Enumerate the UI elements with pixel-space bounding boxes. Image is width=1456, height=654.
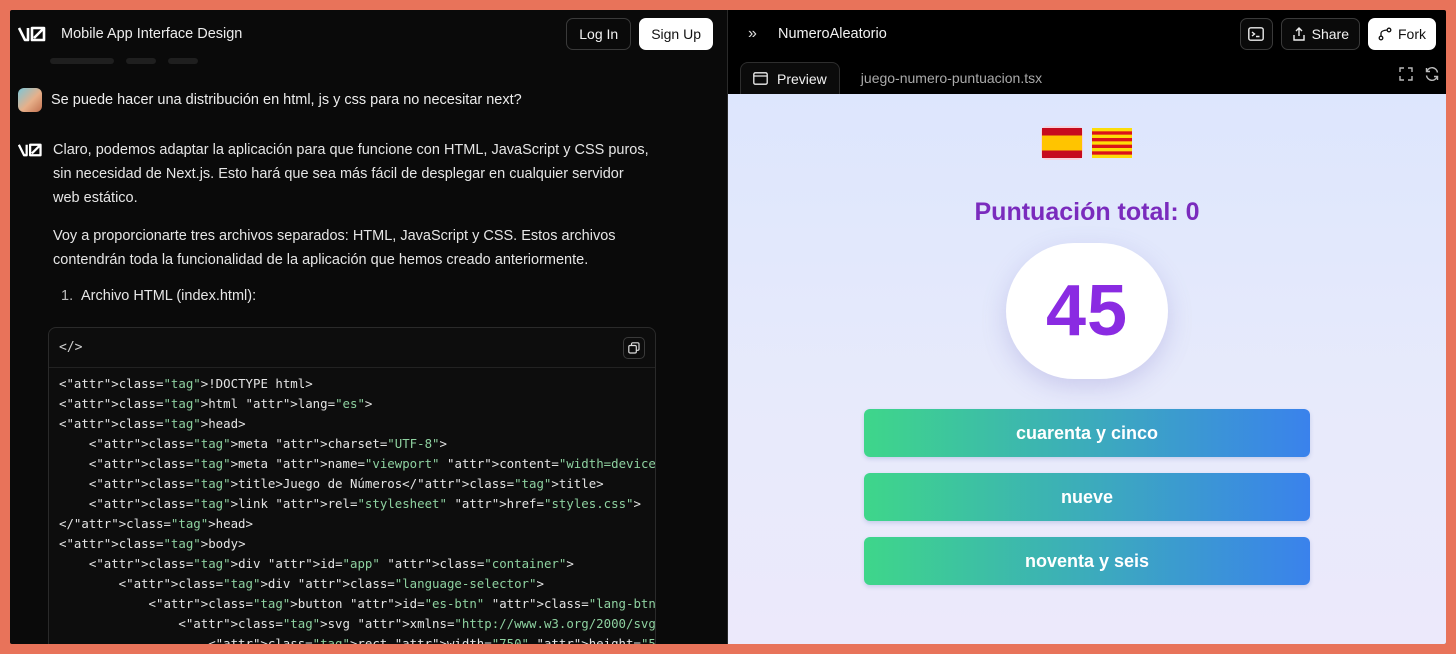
copy-button[interactable] xyxy=(623,336,645,359)
code-line: <"attr">class="tag">head> xyxy=(59,416,246,431)
code-line: <"attr">class="tag">button "attr">id="es… xyxy=(59,596,656,611)
language-selector xyxy=(1041,126,1133,160)
user-message-text: Se puede hacer una distribución en html,… xyxy=(51,92,522,108)
app-frame: Mobile App Interface Design Log In Sign … xyxy=(10,10,1446,644)
signup-button[interactable]: Sign Up xyxy=(639,18,713,50)
preview-tabs: Preview juego-numero-puntuacion.tsx xyxy=(728,58,1446,94)
assistant-paragraph-2: Voy a proporcionarte tres archivos separ… xyxy=(53,228,616,268)
preview-title: NumeroAleatorio xyxy=(778,26,887,42)
answer-button-1[interactable]: cuarenta y cinco xyxy=(864,409,1310,457)
code-line: <"attr">class="tag">html "attr">lang="es… xyxy=(59,396,373,411)
answer-button-3[interactable]: noventa y seis xyxy=(864,537,1310,585)
spain-flag-icon xyxy=(1042,128,1082,158)
answer-options: cuarenta y cinco nueve noventa y seis xyxy=(864,409,1310,585)
tab-file[interactable]: juego-numero-puntuacion.tsx xyxy=(861,62,1042,94)
preview-tools xyxy=(1398,66,1440,82)
project-title: Mobile App Interface Design xyxy=(61,26,243,42)
code-line: <"attr">class="tag">body> xyxy=(59,536,246,551)
share-button[interactable]: Share xyxy=(1280,18,1360,50)
list-item: 1. Archivo HTML (index.html): xyxy=(53,284,653,308)
spanish-flag-button[interactable] xyxy=(1041,126,1083,160)
code-line: <"attr">class="tag">!DOCTYPE html> xyxy=(59,376,313,391)
share-label: Share xyxy=(1311,26,1349,42)
code-line: <"attr">class="tag">meta "attr">name="vi… xyxy=(59,456,656,471)
assistant-avatar-icon xyxy=(18,138,44,160)
user-avatar xyxy=(18,88,42,112)
preview-actions: Share Fork xyxy=(1239,18,1436,50)
preview-header: » NumeroAleatorio Share Fork xyxy=(728,10,1446,58)
v0-logo[interactable] xyxy=(18,24,52,44)
code-content: <"attr">class="tag">!DOCTYPE html> <"attr… xyxy=(49,368,655,644)
tab-preview[interactable]: Preview xyxy=(740,62,840,94)
answer-button-2[interactable]: nueve xyxy=(864,473,1310,521)
fork-label: Fork xyxy=(1398,26,1426,42)
code-line: <"attr">class="tag">link "attr">rel="sty… xyxy=(59,496,641,511)
catalan-flag-button[interactable] xyxy=(1091,126,1133,160)
terminal-button[interactable] xyxy=(1239,18,1273,50)
preview-pane: » NumeroAleatorio Share Fork Preview jue… xyxy=(728,10,1446,644)
code-block-header: </> xyxy=(49,328,655,368)
random-number: 45 xyxy=(1045,271,1129,351)
auth-buttons: Log In Sign Up xyxy=(566,18,713,50)
fork-button[interactable]: Fork xyxy=(1368,18,1436,50)
refresh-icon[interactable] xyxy=(1424,66,1440,82)
fork-icon xyxy=(1378,27,1392,41)
chat-pane: Mobile App Interface Design Log In Sign … xyxy=(10,10,728,644)
list-number: 1. xyxy=(61,288,74,304)
collapsed-actions xyxy=(50,58,198,64)
code-icon: </> xyxy=(59,340,83,355)
login-button[interactable]: Log In xyxy=(566,18,632,50)
code-line: <"attr">class="tag">rect "attr">width="7… xyxy=(59,636,656,644)
list-item-text: Archivo HTML (index.html): xyxy=(81,288,257,304)
fullscreen-icon[interactable] xyxy=(1398,66,1414,82)
score-display: Puntuación total: 0 xyxy=(974,198,1200,226)
code-line: <"attr">class="tag">div "attr">class="la… xyxy=(59,576,544,591)
code-line: <"attr">class="tag">div "attr">id="app" … xyxy=(59,556,574,571)
code-line: <"attr">class="tag">svg "attr">xmlns="ht… xyxy=(59,616,656,631)
assistant-message: Claro, podemos adaptar la aplicación par… xyxy=(18,138,667,308)
copy-icon xyxy=(628,341,640,354)
catalonia-flag-icon xyxy=(1092,128,1132,158)
user-message: Se puede hacer una distribución en html,… xyxy=(18,88,667,112)
assistant-paragraph-1: Claro, podemos adaptar la aplicación par… xyxy=(53,142,649,206)
assistant-message-body: Claro, podemos adaptar la aplicación par… xyxy=(53,138,653,308)
code-line: <"attr">class="tag">meta "attr">charset=… xyxy=(59,436,447,451)
code-line: </"attr">class="tag">head> xyxy=(59,516,253,531)
code-block: </> <"attr">class="tag">!DOCTYPE html> <"… xyxy=(48,327,656,644)
browser-window-icon xyxy=(753,72,768,85)
double-chevron-right-icon[interactable]: » xyxy=(748,25,772,43)
game-preview: Puntuación total: 0 45 cuarenta y cinco … xyxy=(728,94,1446,644)
chat-header: Mobile App Interface Design Log In Sign … xyxy=(10,10,727,58)
tab-preview-label: Preview xyxy=(777,70,827,87)
code-line: <"attr">class="tag">title>Juego de Númer… xyxy=(59,476,604,491)
number-display: 45 xyxy=(1006,243,1168,379)
share-icon xyxy=(1292,27,1305,41)
terminal-icon xyxy=(1248,27,1265,41)
